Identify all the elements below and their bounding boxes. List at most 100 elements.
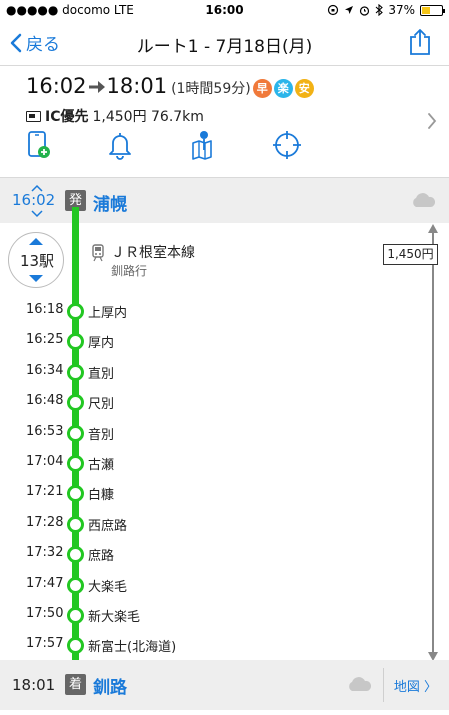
stop-dot-icon [67,485,84,503]
locate-button[interactable] [272,130,302,164]
battery-fill [422,6,430,14]
battery-icon [420,4,445,16]
stop-time: 16:53 [26,423,64,439]
line-name: ＪＲ根室本線 [111,245,195,261]
summary-depart-time: 16:02 [26,74,87,98]
fare-line: IC優先 1,450円 76.7km [26,106,204,126]
cloud-icon [413,193,436,207]
stop-name: 尺別 [88,397,115,413]
stop-time: 17:28 [26,514,64,530]
stop-time: 17:50 [26,606,64,621]
stop-dot-icon [67,515,84,533]
stop-name: 西庶路 [88,518,128,534]
map-link[interactable]: 地図 〉 [394,676,437,695]
stop-row[interactable]: 17:21 白糠 [0,482,380,504]
arrival-row[interactable]: 18:01 着 釧路 地図 〉 [0,660,449,710]
ic-priority-label: IC優先 [45,109,89,125]
navigation-bar: 戻る ルート1 - 7月18日(月) [0,20,449,66]
stop-row[interactable]: 16:25 厚内 [0,330,380,352]
stop-name: 新富士(北海道) [88,640,177,656]
fare-box: 1,450円 [383,244,438,265]
train-destination: 釧路行 [111,264,148,278]
stop-dot-icon [67,424,84,442]
stop-dot-icon [67,455,84,472]
battery-percent: 37% [388,3,415,17]
stop-name: 古瀬 [88,458,115,473]
share-icon [410,29,430,55]
route-summary[interactable]: 16:02 18:01 (1時間59分) 早 楽 安 IC優先 1,450円 7… [0,66,449,178]
stop-time: 16:18 [26,302,64,317]
time-adjust-icon[interactable] [30,183,44,219]
badge-cheap: 安 [294,79,314,98]
stop-time: 16:48 [26,393,64,409]
stop-count: 13駅 [19,252,55,270]
stop-row[interactable]: 16:53 音別 [0,422,380,444]
map-button[interactable] [190,130,218,164]
location-icon [345,6,354,14]
rotation-lock-icon [328,4,339,16]
stop-row[interactable]: 17:50 新大楽毛 [0,604,380,626]
status-right: 37% [327,3,445,17]
stop-dot-icon [67,546,84,564]
crosshair-icon [273,131,301,159]
phone-add-icon [28,131,50,158]
arrival-time: 18:01 [12,676,56,694]
toolbar [0,130,449,166]
divider [383,668,384,702]
arrival-station[interactable]: 釧路 [93,673,127,698]
alarm-icon [360,5,370,16]
train-icon [92,244,104,262]
departure-station[interactable]: 浦幌 [93,190,127,215]
stop-time: 17:04 [26,454,64,469]
stop-row[interactable]: 17:28 西庶路 [0,513,380,535]
stop-dot-icon [67,333,84,351]
stop-time: 17:32 [26,545,64,561]
stop-name: 上厚内 [88,306,128,321]
summary-duration: (1時間59分) [171,81,251,97]
page-title: ルート1 - 7月18日(月) [136,37,313,57]
fare-distance: 1,450円 76.7km [92,109,204,125]
stop-count-toggle[interactable]: 13駅 [8,232,64,288]
stop-row[interactable]: 17:04 古瀬 [0,452,380,474]
stop-dot-icon [67,576,84,594]
summary-arrive-time: 18:01 [106,74,168,98]
badge-easy: 楽 [273,79,293,98]
stop-name: 庶路 [88,549,115,565]
badge-fast: 早 [252,79,272,98]
stop-row[interactable]: 17:57 新富士(北海道) [0,634,380,656]
departure-row[interactable]: 16:02 発 浦幌 [0,178,449,223]
stop-row[interactable]: 16:18 上厚内 [0,300,380,322]
stop-time: 17:21 [26,484,64,500]
stop-row[interactable]: 17:32 庶路 [0,543,380,565]
stop-row[interactable]: 16:48 尺別 [0,391,380,413]
stop-name: 白糠 [88,488,115,504]
stop-row[interactable]: 16:34 直別 [0,361,380,383]
stop-name: 新大楽毛 [88,610,141,625]
map-pin-icon [192,131,212,160]
route-times: 16:02 18:01 (1時間59分) 早 楽 安 [26,74,314,99]
stop-time: 16:25 [26,332,64,348]
stop-dot-icon [67,363,84,381]
status-bar: ●●●●● docomo LTE 16:00 37% [0,0,449,20]
stop-name: 大楽毛 [88,579,128,595]
ic-card-icon [26,110,41,122]
expand-down-icon [29,275,43,282]
stop-dot-icon [67,607,84,624]
stop-dot-icon [67,303,84,320]
stop-row[interactable]: 17:47 大楽毛 [0,574,380,596]
alarm-button[interactable] [107,130,133,164]
bluetooth-icon [375,4,384,16]
stop-name: 厚内 [88,336,115,352]
arrow-right-icon [88,81,105,93]
stop-time: 17:57 [26,636,64,652]
cloud-icon [349,677,372,691]
stop-name: 直別 [88,366,115,382]
arrival-badge: 着 [65,674,86,695]
add-to-phone-button[interactable] [26,130,52,164]
stop-dot-icon [67,394,84,412]
stop-name: 音別 [88,427,115,443]
share-button[interactable] [409,28,431,60]
bell-icon [109,133,131,160]
stop-dot-icon [67,637,84,655]
stop-time: 17:47 [26,575,64,591]
